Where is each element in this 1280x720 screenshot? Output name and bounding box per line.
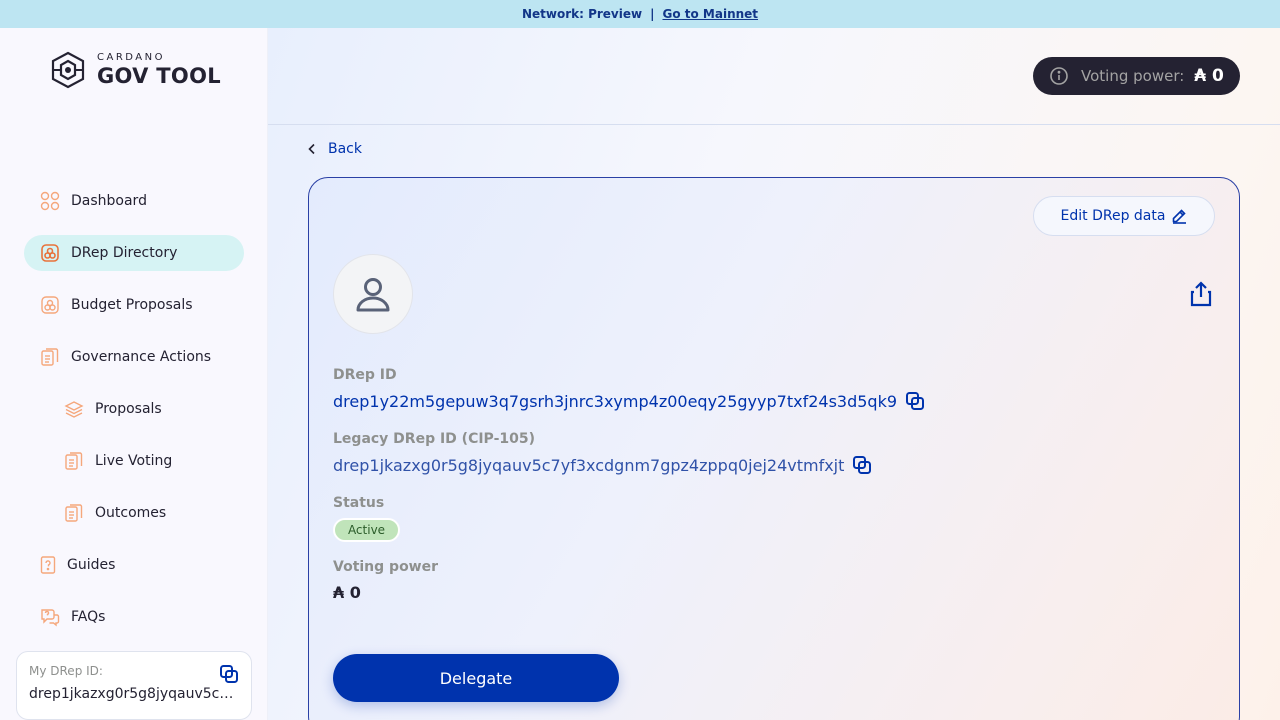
edit-drep-data-button[interactable]: Edit DRep data bbox=[1033, 196, 1215, 236]
drep-id-value: drep1y22m5gepuw3q7gsrh3jnrc3xymp4z00eqy2… bbox=[333, 391, 898, 411]
copy-icon[interactable] bbox=[905, 391, 925, 411]
document-icon bbox=[65, 504, 83, 522]
logo-title: GOV TOOL bbox=[97, 64, 221, 88]
document-icon bbox=[41, 348, 59, 366]
sidebar-item-label: Outcomes bbox=[95, 505, 167, 521]
sidebar-item-label: FAQs bbox=[71, 609, 106, 625]
info-icon bbox=[1050, 67, 1068, 85]
sidebar-item-proposals[interactable]: Proposals bbox=[24, 391, 244, 427]
my-drep-id-label: My DRep ID: bbox=[29, 664, 103, 678]
main-content: Voting power: ₳ 0 Back Edit DRep data DR… bbox=[268, 28, 1280, 720]
copy-icon[interactable] bbox=[852, 455, 872, 475]
sidebar-item-guides[interactable]: Guides bbox=[24, 547, 244, 583]
voting-power-button[interactable]: Voting power: ₳ 0 bbox=[1033, 57, 1240, 95]
chevron-left-icon bbox=[308, 143, 315, 155]
logo-subtitle: CARDANO bbox=[97, 52, 165, 63]
sidebar-item-label: Live Voting bbox=[95, 453, 173, 469]
voting-power-field-value: ₳ 0 bbox=[333, 583, 361, 602]
delegate-button[interactable]: Delegate bbox=[333, 654, 619, 702]
legacy-drep-id-label: Legacy DRep ID (CIP-105) bbox=[333, 431, 536, 447]
budget-icon bbox=[41, 296, 59, 314]
my-drep-id-card: My DRep ID: drep1jkazxg0r5g8jyqauv5c7yf3… bbox=[16, 651, 252, 720]
go-to-mainnet-link[interactable]: Go to Mainnet bbox=[662, 7, 758, 21]
voting-power-amount: ₳ 0 bbox=[1194, 66, 1224, 86]
drep-avatar bbox=[333, 254, 413, 334]
my-drep-id-value: drep1jkazxg0r5g8jyqauv5c7yf3xcdgnm7gpz4z… bbox=[29, 686, 235, 702]
banner-separator: | bbox=[650, 7, 655, 21]
sidebar: CARDANO GOV TOOL Dashboard DRep Director… bbox=[0, 28, 268, 720]
layers-icon bbox=[64, 401, 84, 418]
user-icon bbox=[356, 278, 390, 312]
legacy-drep-id-row: drep1jkazxg0r5g8jyqauv5c7yf3xcdgnm7gpz4z… bbox=[333, 455, 872, 475]
copy-icon[interactable] bbox=[219, 664, 239, 684]
drep-directory-icon bbox=[41, 244, 59, 262]
status-label: Status bbox=[333, 495, 385, 511]
legacy-drep-id-value: drep1jkazxg0r5g8jyqauv5c7yf3xcdgnm7gpz4z… bbox=[333, 455, 845, 475]
page-header: Voting power: ₳ 0 bbox=[268, 28, 1280, 125]
sidebar-item-budget-proposals[interactable]: Budget Proposals bbox=[24, 287, 244, 323]
sidebar-item-label: DRep Directory bbox=[71, 245, 178, 261]
logo[interactable]: CARDANO GOV TOOL bbox=[48, 51, 221, 89]
sidebar-item-label: Guides bbox=[67, 557, 116, 573]
sidebar-item-label: Budget Proposals bbox=[71, 297, 193, 313]
sidebar-item-label: Governance Actions bbox=[71, 349, 212, 365]
back-link[interactable]: Back bbox=[306, 141, 362, 157]
network-label: Network: Preview bbox=[521, 7, 643, 21]
sidebar-item-live-voting[interactable]: Live Voting bbox=[24, 443, 244, 479]
gov-tool-logo-icon bbox=[51, 51, 85, 89]
sidebar-item-label: Dashboard bbox=[71, 193, 147, 209]
document-icon bbox=[65, 452, 83, 470]
faq-icon bbox=[41, 609, 60, 627]
share-icon[interactable] bbox=[1187, 280, 1215, 308]
edit-drep-data-label: Edit DRep data bbox=[1060, 208, 1166, 224]
dashboard-icon bbox=[40, 191, 60, 211]
pencil-icon bbox=[1173, 209, 1187, 224]
status-badge: Active bbox=[333, 518, 400, 542]
network-banner: Network: Preview | Go to Mainnet bbox=[0, 0, 1280, 28]
drep-details-card: Edit DRep data DRep ID drep1y22m5gepuw3q… bbox=[308, 177, 1240, 720]
sidebar-item-dashboard[interactable]: Dashboard bbox=[24, 183, 244, 219]
voting-power-field-label: Voting power bbox=[333, 559, 439, 575]
voting-power-label: Voting power: bbox=[1081, 67, 1185, 85]
sidebar-item-outcomes[interactable]: Outcomes bbox=[24, 495, 244, 531]
sidebar-item-faqs[interactable]: FAQs bbox=[24, 599, 244, 635]
drep-id-label: DRep ID bbox=[333, 367, 397, 383]
sidebar-item-label: Proposals bbox=[95, 401, 162, 417]
back-label: Back bbox=[328, 141, 362, 157]
drep-id-row: drep1y22m5gepuw3q7gsrh3jnrc3xymp4z00eqy2… bbox=[333, 391, 925, 411]
guide-icon bbox=[40, 556, 56, 574]
sidebar-item-drep-directory[interactable]: DRep Directory bbox=[24, 235, 244, 271]
sidebar-item-governance-actions[interactable]: Governance Actions bbox=[24, 339, 244, 375]
